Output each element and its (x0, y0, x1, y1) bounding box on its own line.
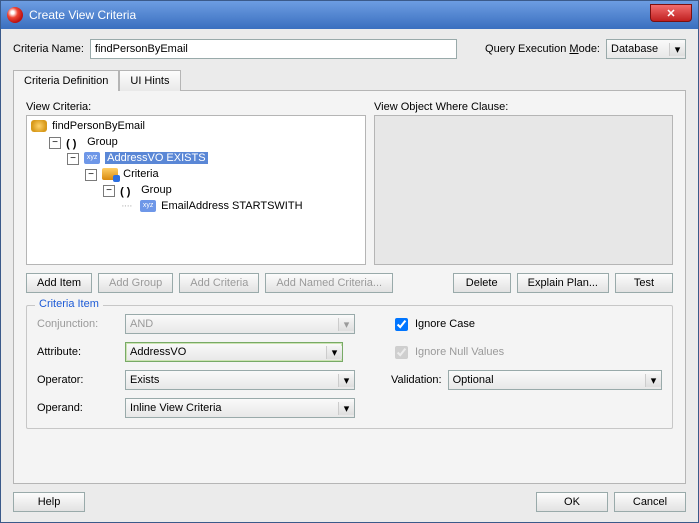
close-icon: ✕ (666, 7, 675, 20)
tree-node-addressvo[interactable]: − AddressVO EXISTS − (67, 150, 363, 214)
explain-plan-button[interactable]: Explain Plan... (517, 273, 609, 293)
field-icon (140, 200, 156, 212)
help-button[interactable]: Help (13, 492, 85, 512)
dialog-button-bar: Help OK Cancel (1, 492, 698, 522)
tree-collapse-icon[interactable]: − (85, 169, 97, 181)
view-criteria-heading: View Criteria: (26, 101, 366, 113)
criteria-name-label: Criteria Name: (13, 43, 84, 55)
titlebar: Create View Criteria ✕ (1, 1, 698, 29)
group-icon (66, 136, 82, 148)
where-clause-area (374, 115, 673, 265)
ignore-case-checkbox[interactable]: Ignore Case (391, 315, 662, 334)
view-criteria-column: View Criteria: findPersonByEmail − (26, 101, 366, 265)
where-clause-heading: View Object Where Clause: (374, 101, 673, 113)
criteria-root-icon (31, 120, 47, 132)
tree-node-criteria[interactable]: − Criteria − (85, 166, 363, 214)
tab-ui-hints[interactable]: UI Hints (119, 70, 180, 91)
chevron-down-icon: ▾ (669, 43, 685, 56)
criteria-name-row: Criteria Name: Query Execution Mode: Dat… (13, 39, 686, 59)
attribute-select[interactable]: AddressVO ▾ (125, 342, 343, 362)
tab-panel: View Criteria: findPersonByEmail − (13, 90, 686, 484)
tree-leaf-email[interactable]: EmailAddress STARTSWITH (121, 198, 363, 214)
where-clause-column: View Object Where Clause: (374, 101, 673, 265)
criteria-tree[interactable]: findPersonByEmail − Group (26, 115, 366, 265)
conjunction-label: Conjunction: (37, 318, 117, 330)
group-icon (120, 184, 136, 196)
app-icon (7, 7, 23, 23)
tree-root[interactable]: findPersonByEmail − Group (31, 118, 363, 214)
validation-label: Validation: (391, 374, 442, 386)
close-button[interactable]: ✕ (650, 4, 692, 22)
criteria-item-legend: Criteria Item (35, 298, 103, 310)
criteria-icon (102, 168, 118, 180)
add-named-criteria-button: Add Named Criteria... (265, 273, 393, 293)
validation-select[interactable]: Optional ▾ (448, 370, 662, 390)
criteria-name-input[interactable] (90, 39, 457, 59)
add-criteria-button: Add Criteria (179, 273, 259, 293)
window-title: Create View Criteria (29, 8, 136, 22)
conjunction-select: AND ▾ (125, 314, 355, 334)
delete-button[interactable]: Delete (453, 273, 511, 293)
exec-mode-label: Query Execution Mode: (485, 43, 600, 55)
chevron-down-icon: ▾ (645, 374, 661, 387)
ignore-case-input[interactable] (395, 318, 408, 331)
tree-group[interactable]: − Group − AddressVO EXISTS (49, 134, 363, 214)
tab-strip: Criteria Definition UI Hints (13, 69, 686, 90)
tree-collapse-icon[interactable]: − (103, 185, 115, 197)
tree-collapse-icon[interactable]: − (49, 137, 61, 149)
content-area: Criteria Name: Query Execution Mode: Dat… (1, 29, 698, 492)
operand-label: Operand: (37, 402, 117, 414)
test-button[interactable]: Test (615, 273, 673, 293)
tree-collapse-icon[interactable]: − (67, 153, 79, 165)
operand-select[interactable]: Inline View Criteria ▾ (125, 398, 355, 418)
ignore-null-checkbox: Ignore Null Values (391, 343, 662, 362)
dialog-window: Create View Criteria ✕ Criteria Name: Qu… (0, 0, 699, 523)
criteria-split: View Criteria: findPersonByEmail − (26, 101, 673, 265)
criteria-button-bar: Add Item Add Group Add Criteria Add Name… (26, 273, 673, 293)
operator-select[interactable]: Exists ▾ (125, 370, 355, 390)
chevron-down-icon: ▾ (338, 318, 354, 331)
add-group-button: Add Group (98, 273, 173, 293)
exec-mode-select[interactable]: Database ▾ (606, 39, 686, 59)
operator-label: Operator: (37, 374, 117, 386)
tab-criteria-definition[interactable]: Criteria Definition (13, 70, 119, 91)
tree-group-inner[interactable]: − Group (103, 182, 363, 214)
add-item-button[interactable]: Add Item (26, 273, 92, 293)
ok-button[interactable]: OK (536, 492, 608, 512)
chevron-down-icon: ▾ (338, 402, 354, 415)
validation-row: Validation: Optional ▾ (391, 370, 662, 390)
cancel-button[interactable]: Cancel (614, 492, 686, 512)
attribute-label: Attribute: (37, 346, 117, 358)
chevron-down-icon: ▾ (326, 346, 342, 359)
chevron-down-icon: ▾ (338, 374, 354, 387)
field-icon (84, 152, 100, 164)
tree-leaf-dots-icon (121, 198, 137, 214)
criteria-item-fieldset: Criteria Item Conjunction: AND ▾ Ignore … (26, 305, 673, 429)
ignore-null-input (395, 346, 408, 359)
